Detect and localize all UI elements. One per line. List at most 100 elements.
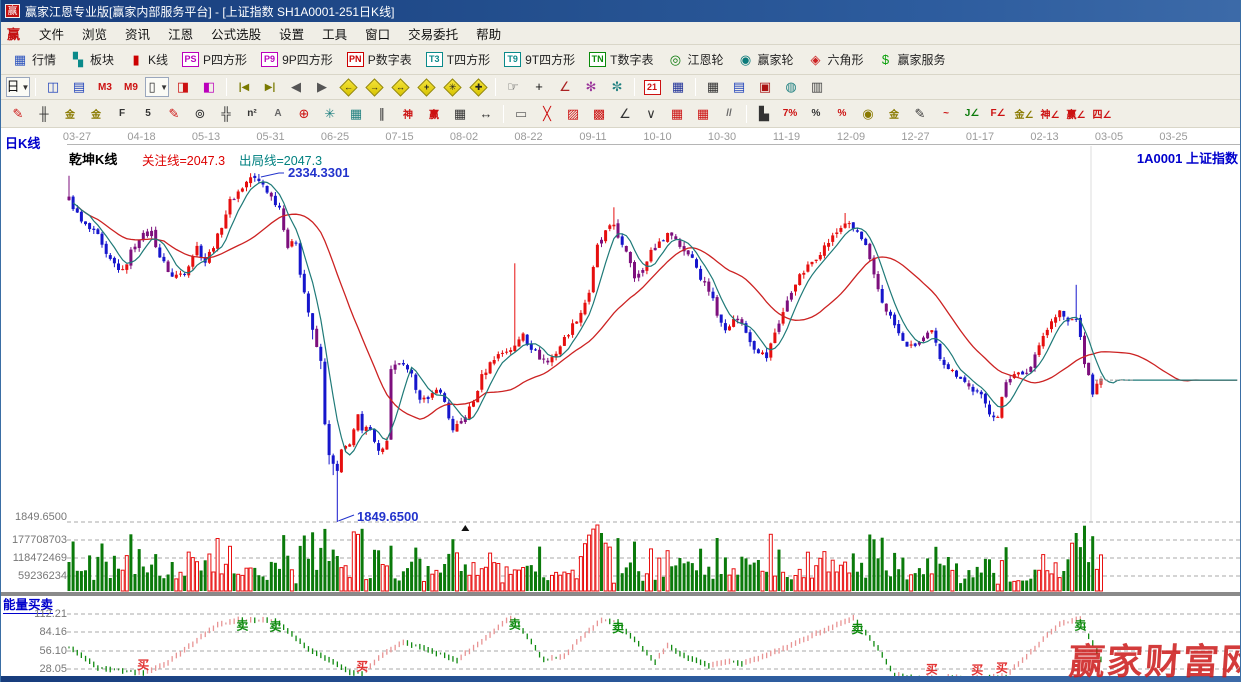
crosshair-tool-icon[interactable]: + [527,77,551,97]
menu-item-6[interactable]: 工具 [313,22,356,45]
menu-item-3[interactable]: 江恩 [159,22,202,45]
t-square-button[interactable]: T3T四方形 [420,48,496,71]
dense-grid-icon[interactable]: ╬ [214,104,238,124]
shen-tool-icon[interactable]: 神 [396,104,420,124]
spiral-icon[interactable]: 5 [136,104,160,124]
hand-tool-icon[interactable]: ☞ [501,77,525,97]
pattern-highlight-icon[interactable]: ◨ [171,77,195,97]
width-measure-icon[interactable]: ↔ [474,104,498,124]
p-square-button[interactable]: PSP四方形 [176,48,253,71]
menu-item-7[interactable]: 窗口 [356,22,399,45]
save-icon[interactable]: ▣ [753,77,777,97]
calculator-icon[interactable]: ▦ [666,77,690,97]
red-grid-icon[interactable]: ▦ [665,104,689,124]
first-page-icon[interactable]: |◀ [232,77,256,97]
candle-pen-icon[interactable]: ✎ [908,104,932,124]
fibonacci-icon[interactable]: F [110,104,134,124]
main-chart-svg[interactable]: 03-2704-1805-1305-3106-2507-1508-0208-22… [1,128,1241,676]
brush-tool-icon[interactable]: ✎ [6,104,30,124]
menu-item-9[interactable]: 帮助 [467,22,510,45]
shen-tool-icon: 神 [403,106,413,121]
gann-box-icon[interactable]: ▭ [509,104,533,124]
percent-icon[interactable]: % [804,104,828,124]
menu-item-2[interactable]: 资讯 [116,22,159,45]
notes-icon[interactable]: ▤ [727,77,751,97]
measure-quote-icon[interactable]: ∥ [370,104,394,124]
percent7-icon[interactable]: 7% [778,104,802,124]
flower-tool-icon[interactable]: ✻ [579,77,603,97]
fan-rays-icon[interactable]: ╳ [535,104,559,124]
ying-tool-icon[interactable]: 赢 [422,104,446,124]
quotes-button[interactable]: ▦行情 [6,48,62,71]
pan-right-diamond-icon[interactable]: → [362,77,386,97]
menu-item-4[interactable]: 公式选股 [202,22,270,45]
angle-lines-icon[interactable]: ∠ [613,104,637,124]
hexagon-button[interactable]: ◈六角形 [802,48,870,71]
menu-item-8[interactable]: 交易委托 [399,22,467,45]
zoom-cross-diamond-icon: ✚ [469,78,487,96]
data-table-icon[interactable]: ▦ [701,77,725,97]
percent-line-icon[interactable]: % [830,104,854,124]
zoom-cross-diamond-icon[interactable]: ✚ [466,77,490,97]
gann-wheel-button[interactable]: ◎江恩轮 [661,48,729,71]
web-box-icon[interactable]: ▦ [344,104,368,124]
t9-square-button[interactable]: T99T四方形 [498,48,581,71]
candle-type-dropdown[interactable]: ▯▼ [145,77,169,97]
gold-angle-icon[interactable]: 金∠ [1012,104,1036,124]
grid-lines-icon[interactable]: ╫ [32,104,56,124]
p-number-table-button[interactable]: PNP数字表 [341,48,418,71]
chart-export-icon[interactable]: ◍ [779,77,803,97]
quotes-button: ▦ [12,52,28,68]
n2-icon[interactable]: n² [240,104,264,124]
color-chart-icon[interactable]: ◧ [197,77,221,97]
red-grid2-icon[interactable]: ▦ [691,104,715,124]
target-circle-icon[interactable]: ⊕ [292,104,316,124]
menu-item-1[interactable]: 浏览 [73,22,116,45]
angle-tool-icon[interactable]: ∠ [553,77,577,97]
brain-tool-icon[interactable]: ✼ [605,77,629,97]
calendar-21-icon[interactable]: 21 [640,77,664,97]
f-angle-icon[interactable]: F∠ [986,104,1010,124]
kline-button[interactable]: ▮K线 [122,48,174,71]
v-dots-icon[interactable]: ∨ [639,104,663,124]
menu-item-5[interactable]: 设置 [270,22,313,45]
pen2-icon[interactable]: ✎ [162,104,186,124]
mirror-a-icon[interactable]: A [266,104,290,124]
shen-angle-icon[interactable]: 神∠ [1038,104,1062,124]
chart-window-icon[interactable]: ◫ [41,77,65,97]
ma3-icon[interactable]: M3 [93,77,117,97]
next-icon[interactable]: ▶ [310,77,334,97]
ying-angle-icon[interactable]: 赢∠ [1064,104,1088,124]
wave-gold-icon[interactable]: ~ [934,104,958,124]
gold-circle-icon[interactable]: ◉ [856,104,880,124]
diagonals-icon[interactable]: // [717,104,741,124]
si-angle-icon[interactable]: 四∠ [1090,104,1114,124]
ruler-grid-icon[interactable]: ▦ [448,104,472,124]
zoom-star-diamond-icon[interactable]: ✳ [440,77,464,97]
print-icon[interactable]: ▥ [805,77,829,97]
t-number-table-button[interactable]: TNT数字表 [583,48,659,71]
bars-line-icon[interactable]: ▙ [752,104,776,124]
zoom-h-diamond-icon[interactable]: ↔ [388,77,412,97]
circle3-icon[interactable]: ⊚ [188,104,212,124]
j-angle-icon[interactable]: J∠ [960,104,984,124]
ma9-icon[interactable]: M9 [119,77,143,97]
winner-wheel-button[interactable]: ◉赢家轮 [731,48,799,71]
weave-box-icon[interactable]: ▩ [587,104,611,124]
zoom-in-diamond-icon[interactable]: + [414,77,438,97]
prev-icon[interactable]: ◀ [284,77,308,97]
sectors-button[interactable]: ▚板块 [64,48,120,71]
gold-grid-icon[interactable]: 金 [58,104,82,124]
pan-left-diamond-icon[interactable]: ← [336,77,360,97]
p9-square-button[interactable]: P99P四方形 [255,48,339,71]
period-day-dropdown[interactable]: 日▼ [6,77,30,97]
web-icon[interactable]: ✳ [318,104,342,124]
diag-box-icon[interactable]: ▨ [561,104,585,124]
winner-service-button[interactable]: $赢家服务 [872,48,952,71]
menu-item-0[interactable]: 文件 [30,22,73,45]
gold-line-icon[interactable]: 金 [882,104,906,124]
chart-window-icon: ◫ [45,79,61,95]
last-page-icon[interactable]: ▶| [258,77,282,97]
info-panel-icon[interactable]: ▤ [67,77,91,97]
gold-grid2-icon[interactable]: 金 [84,104,108,124]
